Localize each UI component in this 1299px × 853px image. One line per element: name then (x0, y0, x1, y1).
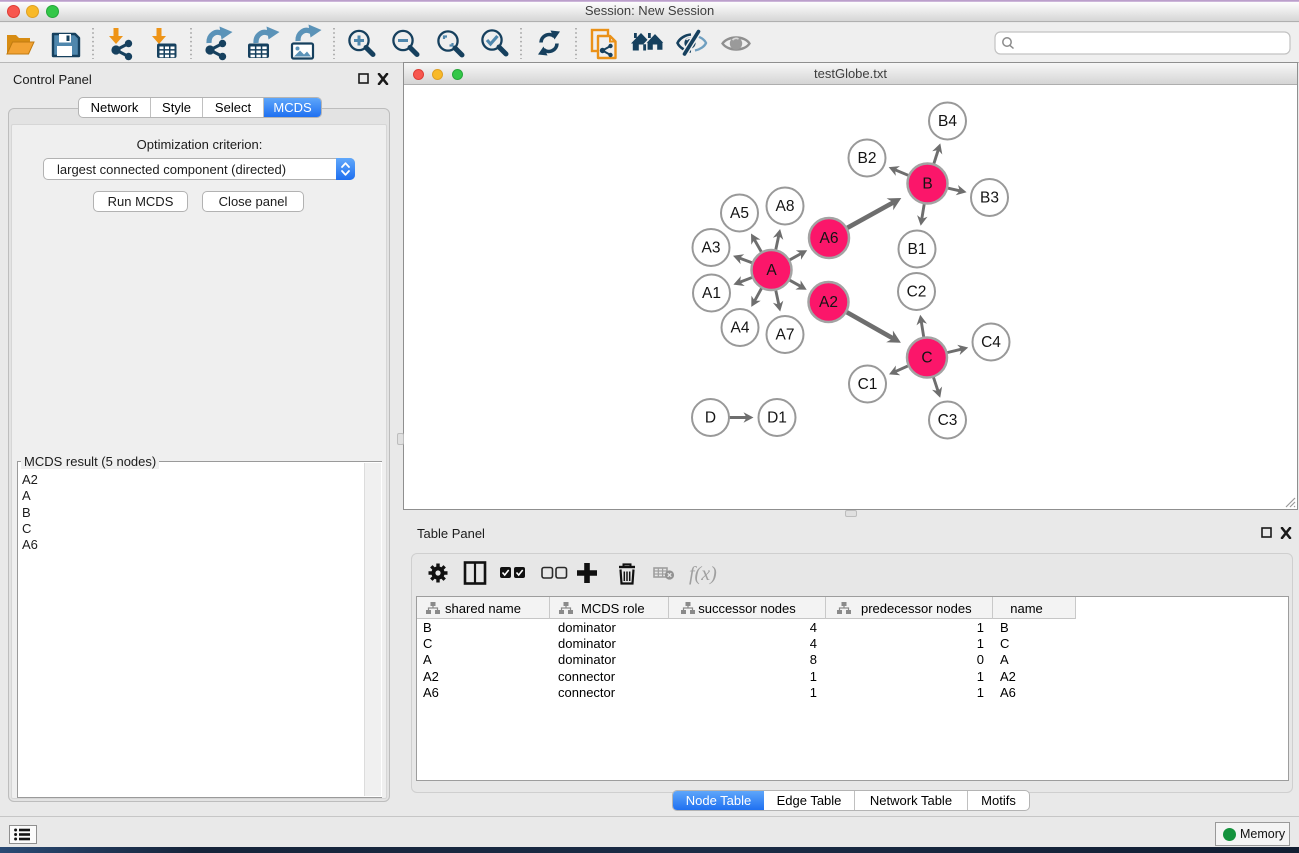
svg-text:A8: A8 (776, 198, 795, 215)
svg-text:B: B (922, 176, 932, 193)
svg-text:C3: C3 (938, 412, 958, 429)
svg-text:A6: A6 (820, 230, 839, 247)
svg-text:A: A (766, 262, 777, 279)
svg-text:A3: A3 (702, 240, 721, 257)
svg-text:f(x): f(x) (689, 563, 717, 585)
svg-text:A2: A2 (819, 294, 838, 311)
svg-text:D: D (705, 410, 716, 427)
svg-text:C: C (921, 350, 932, 367)
svg-text:A1: A1 (702, 285, 721, 302)
svg-text:A4: A4 (731, 320, 750, 337)
svg-text:C1: C1 (858, 376, 878, 393)
svg-text:A5: A5 (730, 205, 749, 222)
svg-text:C2: C2 (907, 284, 927, 301)
svg-text:B1: B1 (908, 241, 927, 258)
svg-text:B3: B3 (980, 190, 999, 207)
svg-text:D1: D1 (767, 410, 787, 427)
svg-text:B4: B4 (938, 113, 957, 130)
svg-text:C4: C4 (981, 334, 1001, 351)
svg-text:A7: A7 (776, 327, 795, 344)
svg-text:B2: B2 (858, 150, 877, 167)
